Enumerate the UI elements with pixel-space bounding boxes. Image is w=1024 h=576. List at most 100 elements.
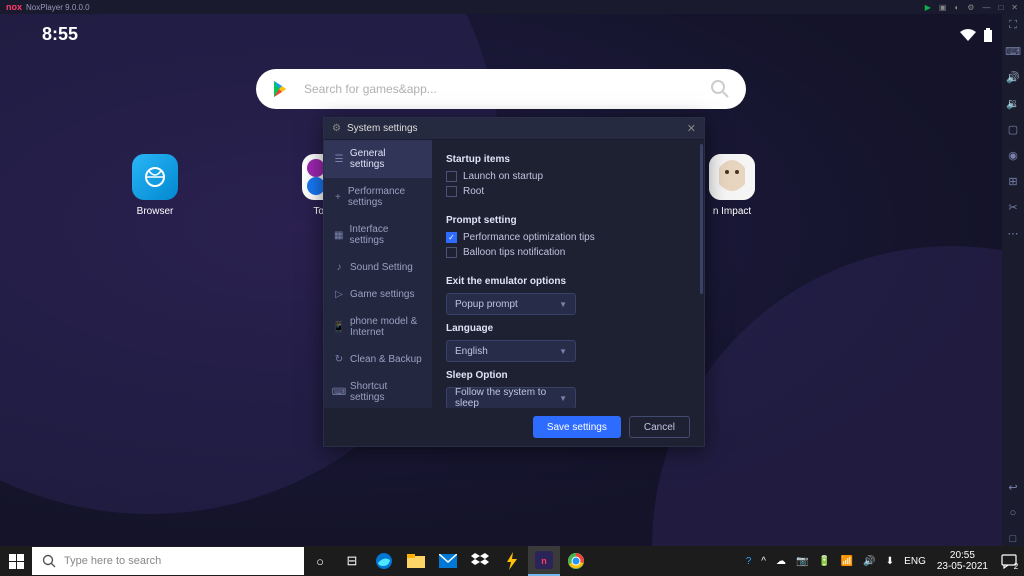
dropbox-icon[interactable] [464, 546, 496, 576]
android-status-bar: 8:55 [0, 24, 992, 45]
bolt-icon[interactable] [496, 546, 528, 576]
taskbar-clock[interactable]: 20:55 23-05-2021 [931, 550, 994, 572]
app-genshin-label: n Impact [713, 206, 751, 217]
theme-icon[interactable]: ◐ [954, 3, 959, 12]
checkbox-launch-on-startup[interactable]: Launch on startup [446, 171, 690, 182]
record-icon[interactable]: ◉ [1006, 148, 1020, 162]
chrome-icon[interactable] [560, 546, 592, 576]
dialog-close-button[interactable]: ✕ [687, 122, 696, 135]
checkbox-icon [446, 247, 457, 258]
play-store-icon [272, 80, 290, 98]
tray-chevron-icon[interactable]: ^ [756, 556, 771, 567]
search-icon[interactable] [710, 79, 730, 99]
refresh-icon: ↻ [334, 355, 344, 365]
layout-icon: ▦ [334, 230, 344, 240]
language-indicator[interactable]: ENG [899, 556, 931, 567]
fullscreen-icon[interactable]: ⛶ [1006, 18, 1020, 32]
help-icon[interactable]: ? [741, 556, 757, 567]
checkbox-perf-tips[interactable]: ✓ Performance optimization tips [446, 232, 690, 243]
sleep-section-title: Sleep Option [446, 370, 690, 381]
windows-taskbar: ○ ⊟ n ? ^ ☁ 📷 🔋 📶 🔊 ⬇ ENG 20:55 23-05-20… [0, 546, 1024, 576]
apk-icon[interactable]: ⊞ [1006, 174, 1020, 188]
cortana-icon[interactable]: ○ [304, 546, 336, 576]
taskbar-search[interactable] [32, 547, 304, 575]
volume-up-icon[interactable]: 🔊 [1006, 70, 1020, 84]
system-settings-dialog: ⚙ System settings ✕ ☰General settings +P… [323, 117, 705, 447]
sidebar-item-sound[interactable]: ♪Sound Setting [324, 254, 432, 281]
cancel-button[interactable]: Cancel [629, 416, 690, 438]
back-icon[interactable]: ↩ [1006, 480, 1020, 494]
home-search-bar[interactable] [256, 69, 746, 109]
wifi-icon [960, 29, 976, 41]
play-icon[interactable]: ▶ [925, 3, 931, 12]
app-genshin[interactable]: n Impact [695, 154, 769, 217]
wifi-tray-icon[interactable]: 📶 [836, 556, 858, 567]
sound-icon: ♪ [334, 263, 344, 273]
home-search-input[interactable] [304, 82, 710, 96]
prompt-section-title: Prompt setting [446, 215, 690, 226]
chevron-down-icon: ▼ [559, 347, 567, 356]
battery-icon [984, 28, 992, 42]
checkbox-checked-icon: ✓ [446, 232, 457, 243]
home-icon[interactable]: ○ [1006, 506, 1020, 520]
sidebar-item-game[interactable]: ▷Game settings [324, 281, 432, 308]
settings-sidebar: ☰General settings +Performance settings … [324, 140, 432, 408]
emulator-right-toolbar: ⛶ ⌨ 🔊 🔉 ▢ ◉ ⊞ ✂ ⋯ ↩ ○ □ [1002, 14, 1024, 546]
sliders-icon: ☰ [334, 154, 344, 164]
multi-instance-icon[interactable]: ▣ [939, 3, 947, 12]
recents-icon[interactable]: □ [1006, 532, 1020, 546]
sidebar-item-shortcut[interactable]: ⌨Shortcut settings [324, 373, 432, 411]
mail-icon[interactable] [432, 546, 464, 576]
settings-gear-icon[interactable]: ⚙ [967, 3, 974, 12]
select-sleep-option[interactable]: Follow the system to sleep ▼ [446, 387, 576, 408]
sidebar-item-phone[interactable]: 📱phone model & Internet [324, 308, 432, 346]
chevron-down-icon: ▼ [559, 300, 567, 309]
maximize-icon[interactable]: □ [998, 3, 1003, 12]
edge-icon[interactable] [368, 546, 400, 576]
exit-section-title: Exit the emulator options [446, 276, 690, 287]
explorer-icon[interactable] [400, 546, 432, 576]
checkbox-root[interactable]: Root [446, 186, 690, 197]
task-view-icon[interactable]: ⊟ [336, 546, 368, 576]
select-exit-option[interactable]: Popup prompt ▼ [446, 293, 576, 315]
checkbox-balloon-tips[interactable]: Balloon tips notification [446, 247, 690, 258]
screenshot-icon[interactable]: ▢ [1006, 122, 1020, 136]
app-browser[interactable]: Browser [120, 154, 190, 217]
taskbar-apps: ○ ⊟ n [304, 546, 592, 576]
sidebar-item-interface[interactable]: ▦Interface settings [324, 216, 432, 254]
settings-content: Startup items Launch on startup Root Pro… [432, 140, 704, 408]
save-settings-button[interactable]: Save settings [533, 416, 621, 438]
download-tray-icon[interactable]: ⬇ [881, 556, 899, 567]
sidebar-item-clean[interactable]: ↻Clean & Backup [324, 346, 432, 373]
keymap-icon[interactable]: ⌨ [1006, 44, 1020, 58]
emulator-screen: 8:55 Browser Tools [0, 14, 1002, 546]
meet-now-icon[interactable]: 📷 [791, 556, 813, 567]
content-scrollbar[interactable] [700, 144, 703, 404]
checkbox-icon [446, 171, 457, 182]
volume-tray-icon[interactable]: 🔊 [858, 556, 880, 567]
app-browser-label: Browser [137, 206, 174, 217]
more-icon[interactable]: ⋯ [1006, 226, 1020, 240]
select-language[interactable]: English ▼ [446, 340, 576, 362]
start-button[interactable] [0, 546, 32, 576]
sidebar-item-performance[interactable]: +Performance settings [324, 178, 432, 216]
window-titlebar: nox NoxPlayer 9.0.0.0 ▶ ▣ ◐ ⚙ — □ ✕ [0, 0, 1024, 14]
close-icon[interactable]: ✕ [1011, 3, 1018, 12]
sidebar-item-general[interactable]: ☰General settings [324, 140, 432, 178]
nox-taskbar-icon[interactable]: n [528, 546, 560, 576]
action-center-icon[interactable]: 2 [994, 553, 1024, 569]
minimize-icon[interactable]: — [982, 3, 990, 12]
onedrive-icon[interactable]: ☁ [771, 556, 791, 567]
system-tray: ? ^ ☁ 📷 🔋 📶 🔊 ⬇ ENG 20:55 23-05-2021 2 [741, 546, 1024, 576]
startup-section-title: Startup items [446, 154, 690, 165]
volume-down-icon[interactable]: 🔉 [1006, 96, 1020, 110]
language-section-title: Language [446, 323, 690, 334]
scissors-icon[interactable]: ✂ [1006, 200, 1020, 214]
taskbar-search-input[interactable] [64, 555, 294, 567]
battery-tray-icon[interactable]: 🔋 [813, 556, 835, 567]
taskbar-date: 23-05-2021 [937, 561, 988, 572]
game-icon: ▷ [334, 290, 344, 300]
chevron-down-icon: ▼ [559, 394, 567, 403]
app-genshin-icon [709, 154, 755, 200]
dialog-header: ⚙ System settings ✕ [324, 118, 704, 140]
